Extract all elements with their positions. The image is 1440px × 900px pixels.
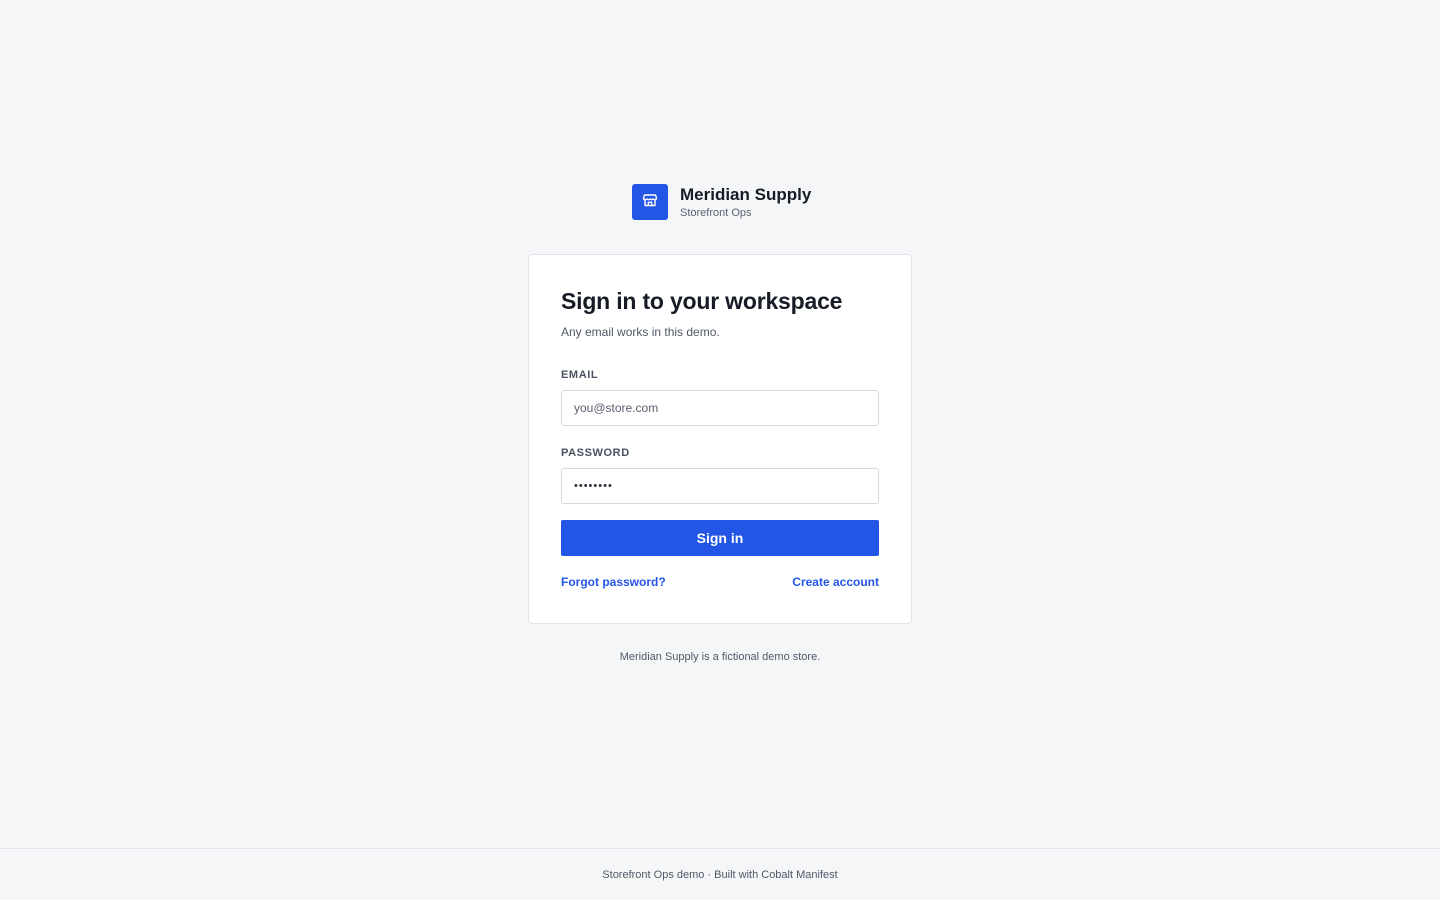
login-page: Meridian Supply Storefront Ops Sign in t… [0, 0, 1440, 900]
password-label: PASSWORD [561, 447, 630, 459]
brand-text: Meridian Supply Storefront Ops [680, 185, 811, 219]
create-account-link[interactable]: Create account [792, 575, 879, 589]
email-input[interactable] [561, 390, 879, 426]
brand-header: Meridian Supply Storefront Ops [632, 184, 811, 220]
password-input[interactable] [561, 468, 879, 504]
forgot-password-link[interactable]: Forgot password? [561, 575, 666, 589]
auth-links: Forgot password? Create account [561, 575, 879, 589]
brand-subtitle: Storefront Ops [680, 207, 752, 219]
sign-in-button[interactable]: Sign in [561, 520, 879, 556]
page-footer: Storefront Ops demo · Built with Cobalt … [0, 848, 1440, 900]
login-subtitle: Any email works in this demo. [561, 325, 720, 339]
storefront-icon [642, 192, 658, 213]
footer-text: Storefront Ops demo · Built with Cobalt … [602, 868, 838, 881]
login-card: Sign in to your workspace Any email work… [528, 254, 912, 624]
email-label: EMAIL [561, 369, 599, 381]
demo-disclaimer: Meridian Supply is a fictional demo stor… [619, 651, 821, 663]
brand-name: Meridian Supply [680, 185, 812, 204]
brand-logo [632, 184, 668, 220]
login-title: Sign in to your workspace [561, 288, 843, 314]
